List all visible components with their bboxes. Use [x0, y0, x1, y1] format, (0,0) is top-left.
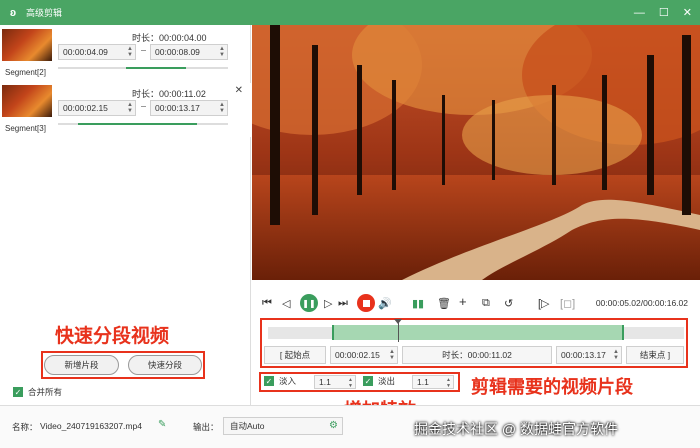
annotation-clip: 剪辑需要的视频片段 [471, 377, 633, 397]
split-icon[interactable]: ▮▮ [412, 297, 424, 310]
stop-button[interactable] [357, 294, 375, 312]
mark-in-icon[interactable]: [▷ [538, 297, 550, 310]
fade-out-input[interactable]: 1.1 ▲ ▼ [412, 375, 454, 389]
spinner-icon[interactable]: ▲ ▼ [389, 349, 395, 361]
segment-list-panel: Segment[2] 时长：00:00:04.00 00:00:04.09 ▲ ▼… [0, 25, 251, 405]
maximize-icon[interactable]: ☐ [659, 6, 669, 19]
timeline-fields: [ 起始点 00:00:02.15 ▲ ▼ 时长：00:00:11.02 00:0… [264, 346, 684, 364]
close-icon[interactable]: ✕ [235, 85, 243, 96]
copy-icon[interactable]: ⧉ [482, 297, 490, 310]
output-label: 输出： [193, 422, 219, 432]
playhead[interactable] [398, 320, 399, 342]
name-label: 名称： [12, 422, 38, 432]
segment-thumbnail [2, 29, 52, 61]
segment-duration: 时长：00:00:04.00 [132, 33, 207, 43]
rabbit-logo-icon: ʚ [9, 6, 17, 19]
window-controls: — ☐ ✕ [634, 0, 692, 25]
time-display: 00:00:05.02/00:00:16.02 [595, 298, 688, 308]
video-preview[interactable] [252, 25, 700, 280]
skip-to-start-icon[interactable]: ⏮ [262, 297, 272, 310]
pause-button[interactable]: ❚❚ [300, 294, 318, 312]
checkbox-icon[interactable]: ✓ [363, 376, 373, 386]
fade-in-checkbox[interactable]: ✓ 淡入 [264, 375, 296, 387]
segment-label: Segment[3] [5, 124, 46, 133]
start-time-input[interactable]: 00:00:02.15 ▲ ▼ [330, 346, 398, 364]
quick-split-button[interactable]: 快速分段 [128, 355, 202, 375]
spinner-icon[interactable]: ▲ ▼ [219, 102, 225, 114]
checkbox-icon[interactable]: ✓ [264, 376, 274, 386]
pencil-icon[interactable]: ✎ [158, 419, 166, 430]
spinner-icon[interactable]: ▲ ▼ [348, 377, 353, 389]
mark-out-icon[interactable]: [◻] [560, 297, 575, 310]
segment-item[interactable]: Segment[3] 时长：00:00:11.02 00:00:02.15 ▲ ▼… [0, 83, 251, 137]
merge-all-checkbox[interactable]: ✓ 合并所有 [13, 386, 62, 398]
bottom-bar: 名称： Video_240719163207.mp4 ✎ 输出： 自动Auto … [0, 405, 700, 448]
next-frame-icon[interactable]: ▷ [324, 297, 332, 310]
spinner-icon[interactable]: ▲ ▼ [613, 349, 619, 361]
segment-item[interactable]: Segment[2] 时长：00:00:04.00 00:00:04.09 ▲ ▼… [0, 27, 251, 81]
spinner-icon[interactable]: ▲ ▼ [127, 102, 133, 114]
window-title: 高级剪辑 [26, 8, 63, 18]
spinner-icon[interactable]: ▲ ▼ [219, 46, 225, 58]
reset-icon[interactable]: ↺ [504, 297, 513, 310]
segment-progress [58, 123, 228, 125]
minimize-icon[interactable]: — [634, 7, 645, 19]
delete-icon[interactable]: 🗑 [437, 297, 451, 310]
spinner-icon[interactable]: ▲ ▼ [127, 46, 133, 58]
output-select[interactable]: 自动Auto ⚙ [223, 417, 343, 435]
gear-icon[interactable]: ⚙ [329, 420, 338, 431]
watermark: 掘金技术社区 @ 数据蛙官方软件 [414, 421, 618, 437]
end-time-input[interactable]: 00:00:13.17 ▲ ▼ [556, 346, 622, 364]
add-segment-button[interactable]: 新增片段 [44, 355, 119, 375]
duration-display: 时长：00:00:11.02 [402, 346, 552, 364]
timeline-selection[interactable] [332, 325, 624, 340]
previous-frame-icon[interactable]: ◁ [282, 297, 290, 310]
fade-in-input[interactable]: 1.1 ▲ ▼ [314, 375, 356, 389]
close-icon[interactable]: ✕ [683, 6, 692, 19]
file-name: Video_240719163207.mp4 [40, 421, 142, 431]
segment-progress [58, 67, 228, 69]
segment-end-input[interactable]: 00:00:08.09 ▲ ▼ [150, 44, 228, 60]
volume-icon[interactable]: 🔊 [378, 297, 392, 310]
fade-out-checkbox[interactable]: ✓ 淡出 [363, 375, 395, 387]
title-bar: ʚ 高级剪辑 — ☐ ✕ [0, 0, 700, 25]
segment-duration: 时长：00:00:11.02 [132, 89, 206, 99]
checkbox-icon[interactable]: ✓ [13, 387, 23, 397]
skip-to-end-icon[interactable]: ⏭ [338, 297, 348, 310]
end-point-button[interactable]: 结束点 ] [626, 346, 684, 364]
segment-start-input[interactable]: 00:00:02.15 ▲ ▼ [58, 100, 136, 116]
annotation-quick-split: 快速分段视频 [55, 326, 170, 347]
spinner-icon[interactable]: ▲ ▼ [446, 377, 451, 389]
add-icon[interactable]: + [459, 294, 467, 309]
segment-end-input[interactable]: 00:00:13.17 ▲ ▼ [150, 100, 228, 116]
segment-thumbnail [2, 85, 52, 117]
autumn-forest-image [252, 25, 700, 280]
start-point-button[interactable]: [ 起始点 [264, 346, 326, 364]
playback-controls: ⏮ ◁ ❚❚ ▷ ⏭ 🔊 ▮▮ 🗑 + ⧉ ↺ [▷ [◻] 00:00:05.… [252, 290, 700, 316]
segment-start-input[interactable]: 00:00:04.09 ▲ ▼ [58, 44, 136, 60]
segment-label: Segment[2] [5, 68, 46, 77]
